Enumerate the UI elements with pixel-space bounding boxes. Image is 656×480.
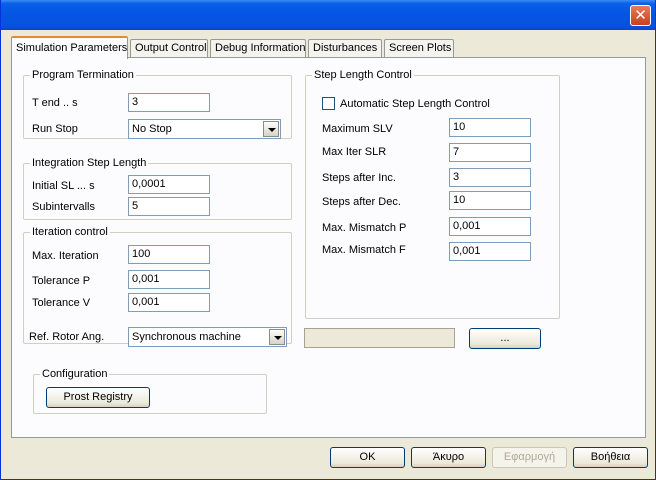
- tab-screen-plots[interactable]: Screen Plots: [384, 39, 454, 58]
- ok-button[interactable]: OK: [330, 447, 405, 468]
- max-iteration-input[interactable]: 100: [128, 245, 210, 264]
- max-mismatch-p-label: Max. Mismatch P: [322, 222, 407, 234]
- initial-sl-label: Initial SL ... s: [32, 180, 95, 192]
- tolerance-p-input[interactable]: 0,001: [128, 270, 210, 289]
- chevron-down-icon[interactable]: [269, 329, 285, 345]
- steps-after-dec-label: Steps after Dec.: [322, 196, 401, 208]
- steps-after-dec-input[interactable]: 10: [449, 191, 531, 210]
- run-stop-label: Run Stop: [32, 123, 78, 135]
- tab-panel-simulation-parameters: Program Termination T end .. s 3 Run Sto…: [11, 57, 646, 438]
- ref-rotor-label: Ref. Rotor Ang.: [29, 331, 105, 343]
- chevron-down-icon[interactable]: [263, 121, 279, 137]
- ref-rotor-machine-field[interactable]: [304, 328, 455, 348]
- run-stop-value: No Stop: [132, 123, 172, 135]
- subintervalls-input[interactable]: 5: [128, 197, 210, 216]
- subintervalls-label: Subintervalls: [32, 201, 95, 213]
- maximum-slv-input[interactable]: 10: [449, 118, 531, 137]
- step-length-control-title: Step Length Control: [312, 68, 414, 82]
- iteration-control-title: Iteration control: [30, 225, 110, 239]
- browse-button[interactable]: ...: [469, 328, 541, 349]
- maximum-slv-label: Maximum SLV: [322, 123, 393, 135]
- tab-output-control[interactable]: Output Control: [130, 39, 208, 58]
- max-mismatch-f-label: Max. Mismatch F: [322, 244, 406, 256]
- dialog-client: Simulation Parameters Output Control Deb…: [4, 30, 652, 477]
- tab-simulation-parameters[interactable]: Simulation Parameters: [11, 36, 128, 59]
- title-bar[interactable]: ✕: [1, 0, 655, 30]
- apply-button: Εφαρμογή: [492, 447, 567, 468]
- max-iteration-label: Max. Iteration: [32, 250, 99, 262]
- close-button[interactable]: ✕: [630, 5, 651, 26]
- t-end-input[interactable]: 3: [128, 93, 210, 112]
- max-iter-slr-label: Max Iter SLR: [322, 146, 387, 158]
- program-termination-title: Program Termination: [30, 68, 136, 82]
- tab-disturbances[interactable]: Disturbances: [308, 39, 382, 58]
- tab-debug-information[interactable]: Debug Information: [210, 39, 306, 58]
- steps-after-inc-input[interactable]: 3: [449, 168, 531, 187]
- ref-rotor-select[interactable]: Synchronous machine: [128, 327, 287, 347]
- max-mismatch-p-input[interactable]: 0,001: [449, 217, 531, 236]
- max-iter-slr-input[interactable]: 7: [449, 143, 531, 162]
- run-stop-select[interactable]: No Stop: [128, 119, 281, 139]
- cancel-button[interactable]: Άκυρο: [411, 447, 486, 468]
- initial-sl-input[interactable]: 0,0001: [128, 175, 210, 194]
- dialog-window: ✕ Simulation Parameters Output Control D…: [0, 0, 656, 480]
- auto-step-length-checkbox[interactable]: [322, 97, 335, 110]
- max-mismatch-f-input[interactable]: 0,001: [449, 242, 531, 261]
- tolerance-p-label: Tolerance P: [32, 275, 91, 287]
- prost-registry-button[interactable]: Prost Registry: [46, 387, 150, 408]
- t-end-label: T end .. s: [32, 97, 78, 109]
- tolerance-v-input[interactable]: 0,001: [128, 293, 210, 312]
- tolerance-v-label: Tolerance V: [32, 297, 91, 309]
- help-button[interactable]: Βοήθεια: [573, 447, 648, 468]
- steps-after-inc-label: Steps after Inc.: [322, 172, 396, 184]
- configuration-title: Configuration: [40, 367, 110, 381]
- auto-step-length-label: Automatic Step Length Control: [340, 98, 490, 110]
- integration-step-title: Integration Step Length: [30, 156, 149, 170]
- ref-rotor-value: Synchronous machine: [132, 331, 241, 343]
